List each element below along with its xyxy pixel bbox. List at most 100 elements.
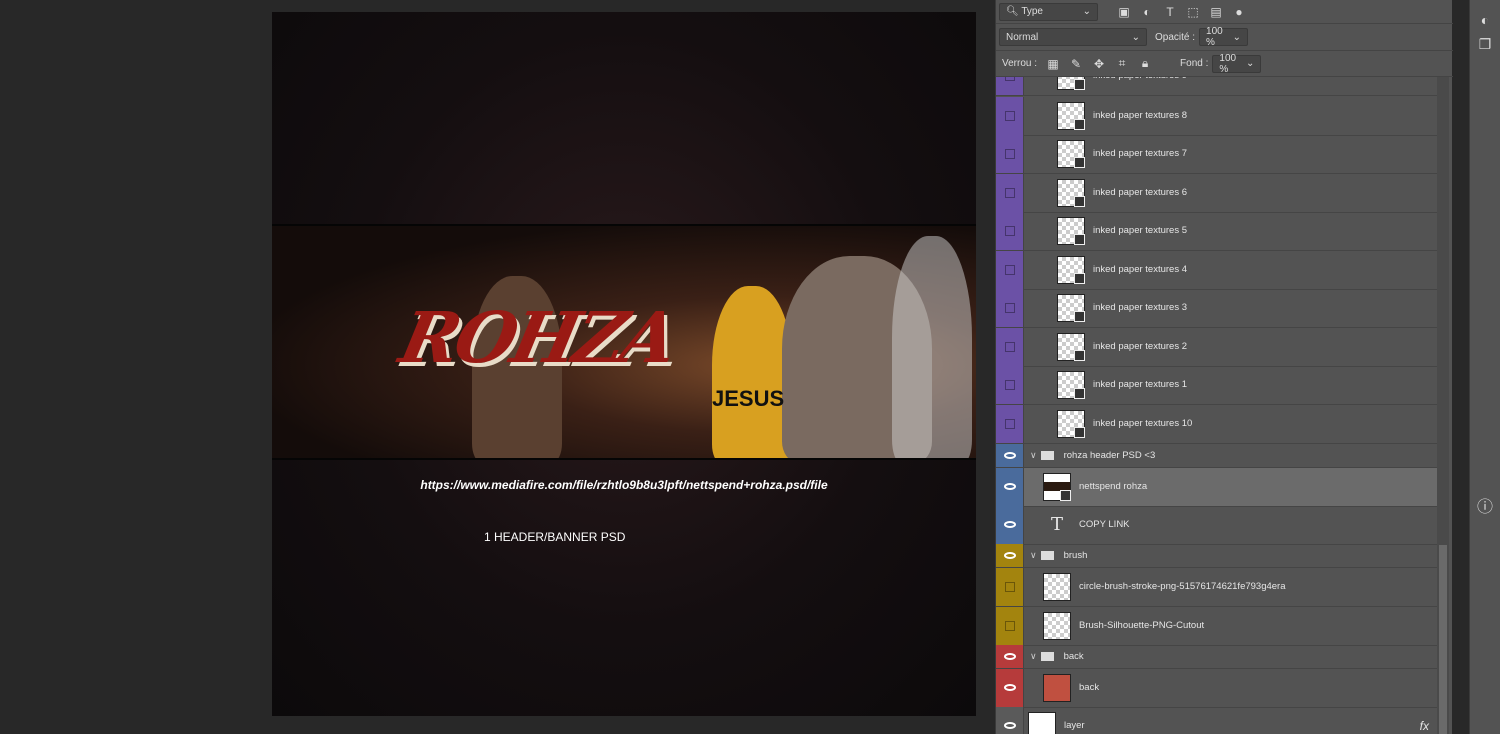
lock-position-icon[interactable]: ✥	[1091, 57, 1107, 71]
filter-label: Type	[1021, 6, 1043, 17]
eye-icon	[1003, 552, 1016, 559]
visibility-toggle[interactable]	[996, 366, 1024, 404]
layer-name[interactable]: back	[1079, 682, 1099, 693]
visibility-toggle[interactable]	[996, 544, 1024, 567]
visibility-toggle[interactable]	[996, 645, 1024, 668]
layer-name[interactable]: inked paper textures 2	[1093, 341, 1187, 352]
layer-name[interactable]: nettspend rohza	[1079, 481, 1147, 492]
chevron-down-icon[interactable]: ∨	[1030, 450, 1037, 461]
layer-row[interactable]: inked paper textures 8	[996, 97, 1437, 136]
layer-thumbnail	[1057, 332, 1085, 361]
hidden-checkbox	[1004, 187, 1015, 198]
layer-row[interactable]: inked paper textures 1	[996, 366, 1437, 405]
smart-object-icon	[1074, 426, 1085, 438]
layer-row[interactable]: inked paper textures 6	[996, 174, 1437, 213]
chevron-down-icon: ⌄	[1082, 6, 1091, 17]
layer-name[interactable]: inked paper textures 3	[1093, 302, 1187, 313]
chevron-down-icon[interactable]: ⌄	[1233, 32, 1241, 43]
layer-row[interactable]: circle-brush-stroke-png-51576174621fe793…	[996, 568, 1437, 607]
layer-row[interactable]: inked paper textures 9	[996, 77, 1437, 96]
layer-name[interactable]: brush	[1064, 550, 1088, 561]
layer-row[interactable]: T COPY LINK	[996, 506, 1437, 545]
image-filter-icon[interactable]: ▣	[1116, 5, 1132, 19]
layer-row[interactable]: inked paper textures 7	[996, 135, 1437, 174]
layer-thumbnail	[1043, 572, 1071, 601]
layer-name[interactable]: back	[1064, 651, 1084, 662]
eye-icon	[1003, 653, 1016, 660]
adjustments-icon[interactable]: ◐	[1470, 12, 1500, 28]
layer-name[interactable]: inked paper textures 8	[1093, 110, 1187, 121]
visibility-toggle[interactable]	[996, 607, 1024, 645]
libraries-icon[interactable]: ❐	[1470, 36, 1500, 53]
visibility-toggle[interactable]	[996, 135, 1024, 173]
opacity-field[interactable]: 100 % ⌄	[1199, 26, 1249, 48]
layer-name[interactable]: COPY LINK	[1079, 519, 1130, 530]
visibility-toggle[interactable]	[996, 174, 1024, 212]
layer-thumbnail	[1028, 711, 1056, 734]
layer-row[interactable]: inked paper textures 2	[996, 328, 1437, 367]
layer-row[interactable]: inked paper textures 4	[996, 251, 1437, 290]
layer-name[interactable]: layer	[1064, 720, 1085, 731]
fill-field[interactable]: 100 % ⌄	[1212, 53, 1262, 75]
layer-thumbnail	[1057, 178, 1085, 207]
shape-filter-icon[interactable]: ⬚	[1185, 5, 1201, 19]
layer-name[interactable]: inked paper textures 9	[1093, 77, 1187, 81]
layer-row[interactable]: Brush-Silhouette-PNG-Cutout	[996, 607, 1437, 646]
lock-pixels-icon[interactable]: ✎	[1068, 57, 1084, 71]
visibility-toggle[interactable]	[996, 468, 1024, 506]
layer-name[interactable]: rohza header PSD <3	[1064, 450, 1156, 461]
layer-filter-dropdown[interactable]: 🔍︎ Type ⌄	[999, 2, 1098, 21]
visibility-toggle[interactable]	[996, 669, 1024, 707]
visibility-toggle[interactable]	[996, 97, 1024, 135]
visibility-toggle[interactable]	[996, 77, 1024, 95]
hidden-checkbox	[1004, 581, 1015, 592]
layer-name[interactable]: Brush-Silhouette-PNG-Cutout	[1079, 620, 1204, 631]
fx-icon[interactable]: fx	[1420, 719, 1429, 733]
layer-row[interactable]: layer fx	[996, 707, 1437, 734]
visibility-toggle[interactable]	[996, 506, 1024, 544]
layer-group-row[interactable]: ∨ brush	[996, 544, 1437, 568]
adjustment-filter-icon[interactable]: ◐	[1139, 5, 1155, 19]
smart-object-filter-icon[interactable]: ▤	[1208, 5, 1224, 19]
visibility-toggle[interactable]	[996, 568, 1024, 606]
layer-row[interactable]: inked paper textures 3	[996, 289, 1437, 328]
layer-row[interactable]: nettspend rohza	[996, 468, 1437, 507]
visibility-toggle[interactable]	[996, 328, 1024, 366]
chevron-down-icon[interactable]: ∨	[1030, 651, 1037, 662]
hidden-checkbox	[1004, 225, 1015, 236]
layer-group-row[interactable]: ∨ rohza header PSD <3	[996, 444, 1437, 468]
layer-row[interactable]: inked paper textures 5	[996, 212, 1437, 251]
hidden-checkbox	[1004, 418, 1015, 429]
layer-name[interactable]: inked paper textures 6	[1093, 187, 1187, 198]
lock-transparency-icon[interactable]: ▦	[1045, 57, 1061, 71]
scrollbar-thumb[interactable]	[1439, 545, 1447, 734]
subtitle-text: 1 HEADER/BANNER PSD	[484, 530, 626, 544]
visibility-toggle[interactable]	[996, 212, 1024, 250]
chevron-down-icon[interactable]: ∨	[1030, 550, 1037, 561]
layer-name[interactable]: inked paper textures 10	[1093, 418, 1192, 429]
layer-thumbnail	[1057, 370, 1085, 399]
filter-toggle[interactable]: ●	[1231, 5, 1247, 19]
visibility-toggle[interactable]	[996, 405, 1024, 443]
layer-row[interactable]: inked paper textures 10	[996, 405, 1437, 444]
smart-object-icon	[1074, 233, 1085, 245]
layer-name[interactable]: inked paper textures 4	[1093, 264, 1187, 275]
layer-name[interactable]: inked paper textures 1	[1093, 379, 1187, 390]
layer-name[interactable]: inked paper textures 7	[1093, 148, 1187, 159]
visibility-toggle[interactable]	[996, 289, 1024, 327]
info-icon[interactable]: ⓘ	[1470, 493, 1500, 517]
layer-group-row[interactable]: ∨ back	[996, 645, 1437, 669]
layer-thumbnail	[1057, 293, 1085, 322]
layer-row[interactable]: back	[996, 669, 1437, 708]
visibility-toggle[interactable]	[996, 251, 1024, 289]
visibility-toggle[interactable]	[996, 707, 1024, 734]
blend-mode-dropdown[interactable]: Normal ⌄	[999, 28, 1147, 46]
layer-name[interactable]: circle-brush-stroke-png-51576174621fe793…	[1079, 581, 1286, 592]
lock-all-icon[interactable]: 🔒︎	[1137, 56, 1153, 71]
visibility-toggle[interactable]	[996, 444, 1024, 467]
type-filter-icon[interactable]: T	[1162, 5, 1178, 19]
chevron-down-icon[interactable]: ⌄	[1246, 58, 1254, 69]
document-canvas[interactable]: ROHZA JESUS https://www.mediafire.com/fi…	[272, 12, 976, 716]
lock-artboard-icon[interactable]: ⌗	[1114, 56, 1130, 71]
layer-name[interactable]: inked paper textures 5	[1093, 225, 1187, 236]
